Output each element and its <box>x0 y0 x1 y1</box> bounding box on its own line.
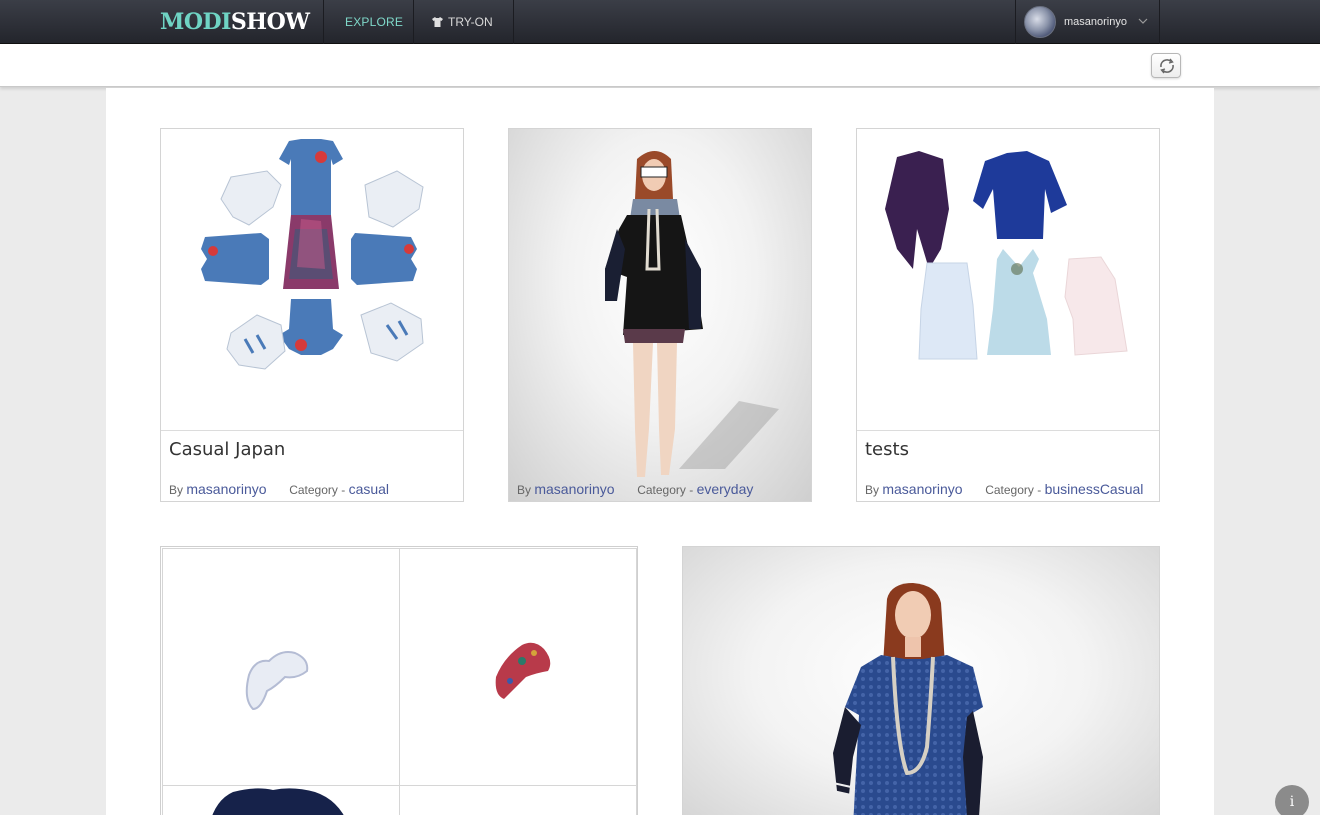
sub-toolbar <box>0 44 1320 87</box>
model-photo[interactable] <box>509 129 811 501</box>
by-label: By <box>169 483 184 497</box>
refresh-button[interactable] <box>1151 53 1181 78</box>
model-photo[interactable] <box>683 547 1159 815</box>
category-link[interactable]: casual <box>349 481 389 497</box>
shirt-icon <box>432 17 443 27</box>
info-icon: i <box>1289 794 1295 810</box>
glasses-image <box>245 651 309 711</box>
by-label: By <box>865 483 880 497</box>
user-menu[interactable]: masanorinyo <box>1016 0 1160 44</box>
outfit-card-tests[interactable]: tests By masanorinyo Category - business… <box>856 128 1160 502</box>
collage-tile[interactable] <box>162 548 400 786</box>
category-label: Category - <box>289 483 349 497</box>
by-label: By <box>517 483 532 497</box>
nav-divider <box>323 0 324 44</box>
outfit-meta: By masanorinyo Category - businessCasual <box>865 481 1143 497</box>
outfit-image[interactable] <box>161 129 463 431</box>
outfit-title[interactable]: Casual Japan <box>169 439 285 460</box>
author-link[interactable]: masanorinyo <box>882 481 962 497</box>
nav-tryon-link[interactable]: TRY-ON <box>432 15 493 29</box>
nav-divider <box>1159 0 1160 44</box>
collage-tile[interactable] <box>162 785 400 815</box>
category-link[interactable]: everyday <box>697 481 754 497</box>
author-link[interactable]: masanorinyo <box>534 481 614 497</box>
dark-top-image <box>212 788 344 815</box>
chevron-down-icon[interactable] <box>1138 17 1148 25</box>
username: masanorinyo <box>1064 16 1127 28</box>
outfit-image[interactable] <box>857 129 1159 431</box>
collage-tile[interactable] <box>399 548 637 786</box>
nav-divider <box>513 0 514 44</box>
outfit-card-everyday[interactable]: By masanorinyo Category - everyday <box>508 128 812 502</box>
info-button[interactable]: i <box>1275 785 1309 815</box>
outfit-card-accessories[interactable] <box>160 546 638 815</box>
logo-part-show: SHOW <box>230 9 310 35</box>
nav-tryon-label: TRY-ON <box>448 15 493 29</box>
category-label: Category - <box>985 483 1045 497</box>
author-link[interactable]: masanorinyo <box>186 481 266 497</box>
top-navigation-bar: MODISHOW EXPLORE TRY-ON masanorinyo <box>0 0 1320 44</box>
category-label: Category - <box>637 483 697 497</box>
outfit-meta: By masanorinyo Category - casual <box>169 481 389 497</box>
modishow-logo[interactable]: MODISHOW <box>160 9 310 35</box>
outfit-title[interactable]: tests <box>865 439 909 460</box>
outfit-card-blue-dress[interactable] <box>682 546 1160 815</box>
collage-tile[interactable] <box>399 785 637 815</box>
tops-collage-image <box>885 151 1128 360</box>
outfit-meta: By masanorinyo Category - everyday <box>517 481 753 497</box>
category-link[interactable]: businessCasual <box>1045 481 1144 497</box>
tshirt-collage-image <box>201 139 424 370</box>
avatar[interactable] <box>1024 6 1056 38</box>
outfit-card-casual-japan[interactable]: Casual Japan By masanorinyo Category - c… <box>160 128 464 502</box>
nav-explore-link[interactable]: EXPLORE <box>345 15 403 29</box>
nav-divider <box>413 0 414 44</box>
bow-image <box>495 642 551 699</box>
logo-part-modi: MODI <box>160 9 231 35</box>
refresh-icon <box>1160 58 1174 74</box>
